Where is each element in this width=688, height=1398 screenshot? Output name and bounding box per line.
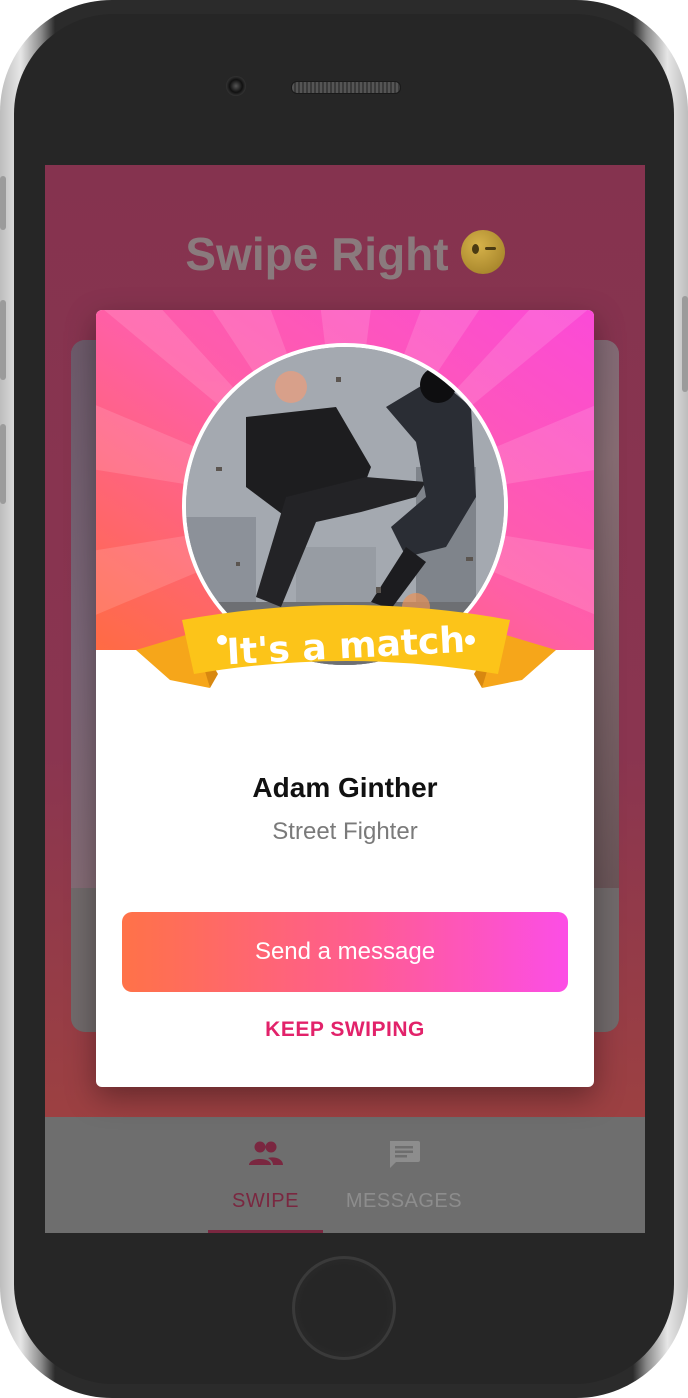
keep-swiping-button[interactable]: KEEP SWIPING: [96, 1018, 594, 1042]
earpiece-speaker: [291, 81, 401, 94]
match-subtitle: Street Fighter: [272, 818, 418, 845]
mute-switch: [0, 176, 6, 230]
match-name: Adam Ginther: [252, 772, 438, 803]
power-button: [682, 296, 688, 392]
send-message-button[interactable]: Send a message: [122, 912, 568, 992]
match-dialog: It's a match Adam Ginther Street Fighter…: [96, 310, 594, 1087]
home-button[interactable]: [292, 1256, 396, 1360]
volume-down-button: [0, 424, 6, 504]
its-a-match-ribbon: It's a match: [136, 605, 556, 688]
phone-frame: Swipe Right SWIPE MESSAGES It's a match …: [0, 0, 688, 1398]
front-camera: [226, 76, 246, 96]
app-screen: Swipe Right SWIPE MESSAGES It's a match …: [45, 165, 645, 1233]
volume-up-button: [0, 300, 6, 380]
